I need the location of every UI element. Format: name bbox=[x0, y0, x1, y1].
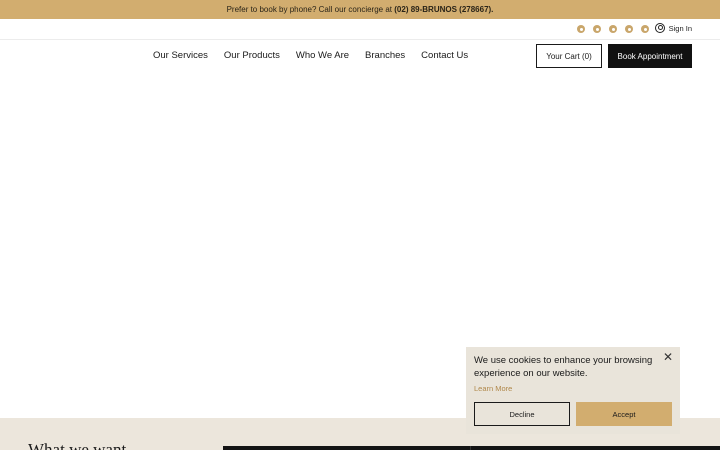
book-appointment-button[interactable]: Book Appointment bbox=[608, 44, 692, 68]
nav-item-branches[interactable]: Branches bbox=[365, 49, 405, 63]
cart-button[interactable]: Your Cart (0) bbox=[536, 44, 602, 68]
dark-feature-panel bbox=[223, 446, 720, 450]
social-links bbox=[577, 25, 649, 33]
sign-in-link[interactable]: Sign In bbox=[654, 23, 692, 33]
sign-in-label: Sign In bbox=[668, 23, 692, 33]
nav-item-our-products[interactable]: Our Products bbox=[224, 49, 280, 63]
utility-bar: Sign In bbox=[0, 19, 720, 40]
cookie-message: We use cookies to enhance your browsing … bbox=[474, 355, 653, 379]
cookie-banner: We use cookies to enhance your browsing … bbox=[466, 347, 680, 434]
section-heading: What we want bbox=[28, 440, 127, 450]
user-icon bbox=[654, 23, 665, 33]
whatsapp-icon[interactable] bbox=[625, 25, 633, 33]
panel-divider bbox=[470, 446, 471, 450]
facebook-icon[interactable] bbox=[593, 25, 601, 33]
main-nav: Our Services Our Products Who We Are Bra… bbox=[153, 49, 468, 63]
accept-button[interactable]: Accept bbox=[576, 402, 672, 426]
decline-button[interactable]: Decline bbox=[474, 402, 570, 426]
nav-item-our-services[interactable]: Our Services bbox=[153, 49, 208, 63]
instagram-icon[interactable] bbox=[577, 25, 585, 33]
close-icon[interactable]: ✕ bbox=[662, 351, 674, 363]
announcement-text: Prefer to book by phone? Call our concie… bbox=[226, 5, 393, 14]
tiktok-icon[interactable] bbox=[609, 25, 617, 33]
nav-item-who-we-are[interactable]: Who We Are bbox=[296, 49, 349, 63]
pinterest-icon[interactable] bbox=[641, 25, 649, 33]
announcement-bar: Prefer to book by phone? Call our concie… bbox=[0, 0, 720, 19]
nav-item-contact-us[interactable]: Contact Us bbox=[421, 49, 468, 63]
learn-more-link[interactable]: Learn More bbox=[474, 384, 512, 393]
concierge-phone[interactable]: (02) 89-BRUNOS (278667). bbox=[394, 5, 493, 14]
